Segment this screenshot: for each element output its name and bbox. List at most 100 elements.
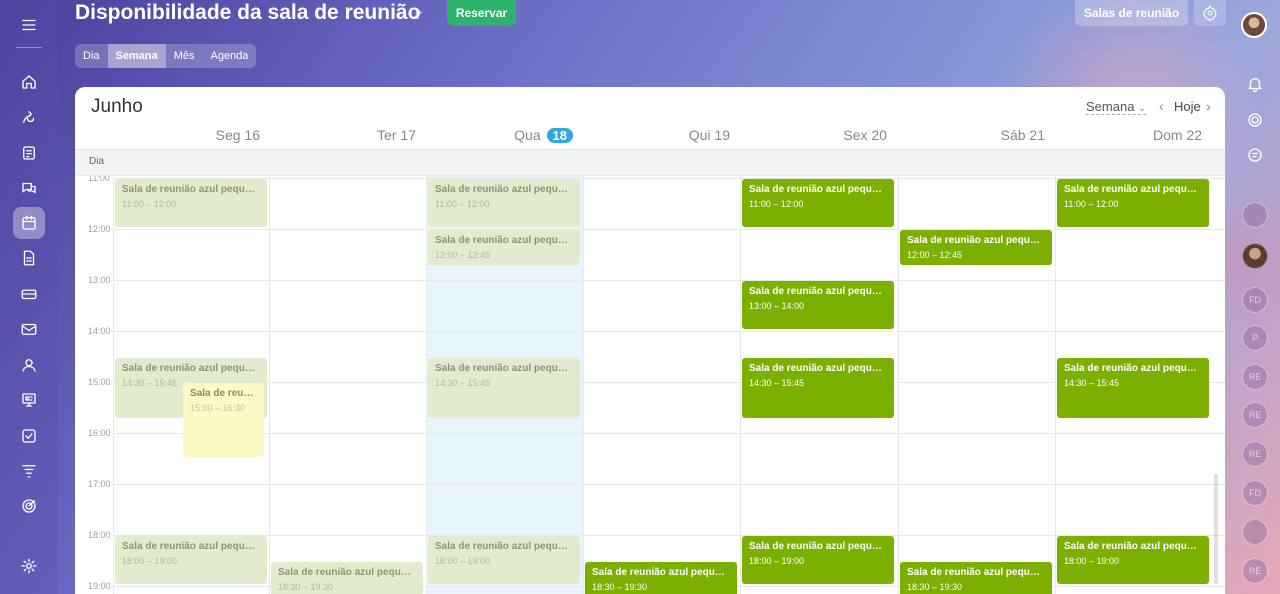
meeting-rooms-button[interactable]: Salas de reunião	[1075, 0, 1188, 26]
contact-avatar[interactable]: FD	[1242, 287, 1268, 313]
event-title: Sala de reunião azul pequen...	[1064, 541, 1202, 552]
contact-avatar[interactable]: RE	[1242, 558, 1268, 584]
goals-icon[interactable]	[13, 490, 45, 522]
contact-avatar[interactable]: P	[1242, 325, 1268, 351]
contact-avatar[interactable]	[1242, 202, 1268, 228]
event-time: 12:00 – 12:45	[435, 250, 491, 260]
time-label: 12:00	[88, 224, 111, 234]
documents-icon[interactable]	[13, 242, 45, 274]
calendar-panel: Junho Semana ⌄ ‹ Hoje › Seg 16 Ter 17 Qua 1…	[75, 87, 1225, 594]
column-divider	[426, 176, 427, 594]
day-name: Sáb	[1000, 127, 1030, 143]
checklist-icon[interactable]	[13, 420, 45, 452]
scrollbar[interactable]	[1214, 474, 1218, 584]
event-block[interactable]: Sala de reunião azul pequen... 18:30 – 19…	[585, 561, 737, 594]
tab-week[interactable]: Semana	[107, 44, 166, 68]
calendar-icon[interactable]	[13, 207, 45, 239]
day-header[interactable]: Qua 18	[423, 127, 573, 143]
tab-agenda[interactable]: Agenda	[203, 44, 257, 68]
all-day-row[interactable]	[75, 149, 1225, 176]
event-title: Sala de reunião azul pequen...	[435, 541, 573, 552]
target-icon[interactable]	[1245, 110, 1265, 130]
event-block[interactable]: Sala de reunião azul pequen... 18:00 – 19…	[742, 536, 894, 584]
day-header[interactable]: Dom 22	[1052, 127, 1202, 143]
event-block[interactable]: Sala de reuni... 15:00 – 16:30	[183, 383, 264, 457]
contact-avatar[interactable]: RE	[1242, 364, 1268, 390]
day-name: Ter	[377, 127, 401, 143]
next-week-icon[interactable]: ›	[1206, 98, 1211, 114]
gear-icon[interactable]	[1194, 0, 1226, 26]
event-time: 12:00 – 12:45	[907, 250, 963, 260]
filter-icon[interactable]	[13, 455, 45, 487]
home-icon[interactable]	[13, 66, 45, 98]
event-block[interactable]: Sala de reunião azul pequen... 12:00 – 12…	[900, 230, 1052, 266]
month-title: Junho	[91, 96, 143, 117]
day-number: 17	[400, 127, 416, 143]
contact-avatar[interactable]	[1242, 243, 1268, 269]
mail-icon[interactable]	[13, 313, 45, 345]
event-title: Sala de reuni...	[190, 388, 257, 399]
event-block[interactable]: Sala de reunião azul pequen... 18:30 – 19…	[900, 561, 1052, 594]
event-time: 11:00 – 12:00	[1064, 199, 1119, 209]
pin-icon[interactable]	[411, 7, 423, 20]
tab-month[interactable]: Mês	[166, 44, 203, 68]
day-number: 19	[714, 127, 730, 143]
event-block[interactable]: Sala de reunião azul pequen... 12:00 – 12…	[428, 230, 580, 266]
event-block[interactable]: Sala de reunião azul pequen... 13:00 – 14…	[742, 281, 894, 329]
support-icon[interactable]	[1245, 145, 1265, 165]
day-header[interactable]: Qui 19	[580, 127, 730, 143]
day-name: Dom	[1152, 127, 1187, 143]
column-divider	[1055, 176, 1056, 594]
week-grid[interactable]: 11:00 12:00 13:00 14:00 15:00 16:00 17:00 18:00…	[75, 176, 1225, 594]
day-header[interactable]: Ter 17	[266, 127, 416, 143]
contact-avatar[interactable]	[1242, 519, 1268, 545]
event-block[interactable]: Sala de reunião azul pequen... 18:30 – 19…	[271, 561, 423, 594]
event-title: Sala de reunião azul pequen...	[1064, 362, 1202, 374]
event-block[interactable]: Sala de reunião azul pequen... 11:00 – 12…	[115, 179, 267, 227]
event-block[interactable]: Sala de reunião azul pequen... 14:30 – 15…	[1057, 357, 1209, 419]
sites-icon[interactable]	[13, 384, 45, 416]
event-time: 18:00 – 19:00	[435, 556, 491, 566]
event-time: 14:30 – 15:45	[1064, 377, 1120, 388]
contact-avatar[interactable]: RE	[1242, 441, 1268, 467]
feed-icon[interactable]	[13, 101, 45, 133]
time-label: 11:00	[88, 176, 110, 183]
time-label: 17:00	[88, 479, 111, 489]
tab-day[interactable]: Dia	[75, 44, 108, 68]
day-header[interactable]: Sáb 21	[895, 127, 1045, 143]
view-select[interactable]: Semana ⌄	[1086, 99, 1146, 115]
column-divider	[269, 176, 270, 594]
event-title: Sala de reunião azul pequen...	[592, 566, 730, 578]
prev-week-icon[interactable]: ‹	[1159, 98, 1164, 114]
event-time: 18:30 – 19:30	[592, 581, 648, 592]
event-block[interactable]: Sala de reunião azul pequen... 14:30 – 15…	[428, 357, 580, 419]
event-block[interactable]: Sala de reunião azul pequen... 11:00 – 12…	[1057, 179, 1209, 227]
event-block[interactable]: Sala de reunião azul pequen... 11:00 – 12…	[742, 179, 894, 227]
event-time: 18:00 – 19:00	[1064, 556, 1120, 566]
contact-avatar[interactable]: FD	[1242, 480, 1268, 506]
contact-avatar[interactable]: RE	[1242, 402, 1268, 428]
day-number: 20	[871, 127, 887, 143]
event-block[interactable]: Sala de reunião azul pequen... 18:00 – 19…	[115, 536, 267, 584]
event-title: Sala de reunião azul pequen...	[435, 184, 573, 195]
event-title: Sala de reunião azul pequen...	[278, 566, 416, 578]
event-block[interactable]: Sala de reunião azul pequen... 18:00 – 19…	[428, 536, 580, 584]
settings-icon[interactable]	[13, 550, 45, 582]
bell-icon[interactable]	[1245, 74, 1265, 94]
menu-icon[interactable]	[13, 9, 45, 41]
event-title: Sala de reunião azul pequen...	[1064, 184, 1202, 195]
day-header[interactable]: Seg 16	[110, 127, 260, 143]
reserve-button[interactable]: Reservar	[447, 0, 516, 26]
event-block[interactable]: Sala de reunião azul pequen... 11:00 – 12…	[428, 179, 580, 227]
event-title: Sala de reunião azul pequen...	[749, 184, 887, 195]
crm-icon[interactable]	[13, 278, 45, 310]
contacts-icon[interactable]	[13, 349, 45, 381]
event-title: Sala de reunião azul pequen...	[907, 235, 1045, 246]
event-block[interactable]: Sala de reunião azul pequen... 14:30 – 15…	[742, 357, 894, 419]
tasks-icon[interactable]	[13, 137, 45, 169]
all-day-label: Dia	[89, 156, 105, 167]
today-button[interactable]: Hoje	[1174, 99, 1201, 114]
day-header[interactable]: Sex 20	[737, 127, 887, 143]
chat-icon[interactable]	[13, 172, 45, 204]
event-block[interactable]: Sala de reunião azul pequen... 18:00 – 19…	[1057, 536, 1209, 584]
